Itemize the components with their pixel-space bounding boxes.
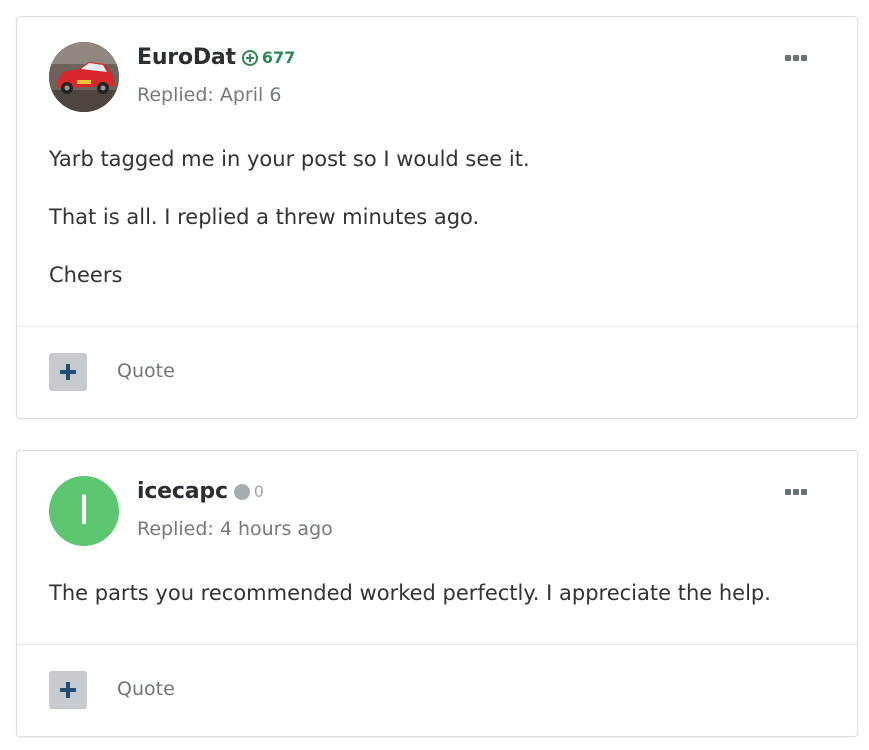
multiquote-button[interactable] (49, 671, 87, 709)
multiquote-button[interactable] (49, 353, 87, 391)
author-name[interactable]: icecapc (137, 479, 228, 504)
author-line: icecapc 0 (137, 479, 264, 504)
avatar-letter: I (78, 488, 90, 534)
author-avatar[interactable]: I (49, 476, 119, 546)
comment-post: I icecapc 0 Replied: 4 hours ago The par… (16, 450, 858, 737)
post-paragraph: That is all. I replied a threw minutes a… (49, 205, 480, 229)
quote-button[interactable]: Quote (117, 360, 175, 382)
ellipsis-icon[interactable] (785, 55, 807, 61)
plus-circle-icon (241, 49, 258, 66)
post-footer: Quote (17, 326, 857, 418)
post-paragraph: Cheers (49, 263, 123, 287)
replied-timestamp: Replied: 4 hours ago (137, 518, 333, 540)
plus-icon (60, 364, 76, 380)
ellipsis-icon[interactable] (785, 489, 807, 495)
quote-button[interactable]: Quote (117, 678, 175, 700)
plus-icon (60, 682, 76, 698)
post-footer: Quote (17, 644, 857, 736)
author-name[interactable]: EuroDat (137, 45, 236, 70)
dot-icon (233, 483, 250, 500)
reputation-badge[interactable]: 677 (241, 48, 296, 67)
reputation-count: 677 (261, 48, 296, 67)
car-photo-avatar-image (49, 42, 119, 112)
replied-timestamp: Replied: April 6 (137, 84, 282, 106)
author-line: EuroDat 677 (137, 45, 295, 70)
post-paragraph: The parts you recommended worked perfect… (49, 581, 771, 605)
reputation-count: 0 (253, 482, 264, 501)
reputation-badge[interactable]: 0 (233, 482, 264, 501)
comment-post: EuroDat 677 Replied: April 6 Yarb tagged… (16, 16, 858, 419)
author-avatar[interactable] (49, 42, 119, 112)
post-paragraph: Yarb tagged me in your post so I would s… (49, 147, 530, 171)
